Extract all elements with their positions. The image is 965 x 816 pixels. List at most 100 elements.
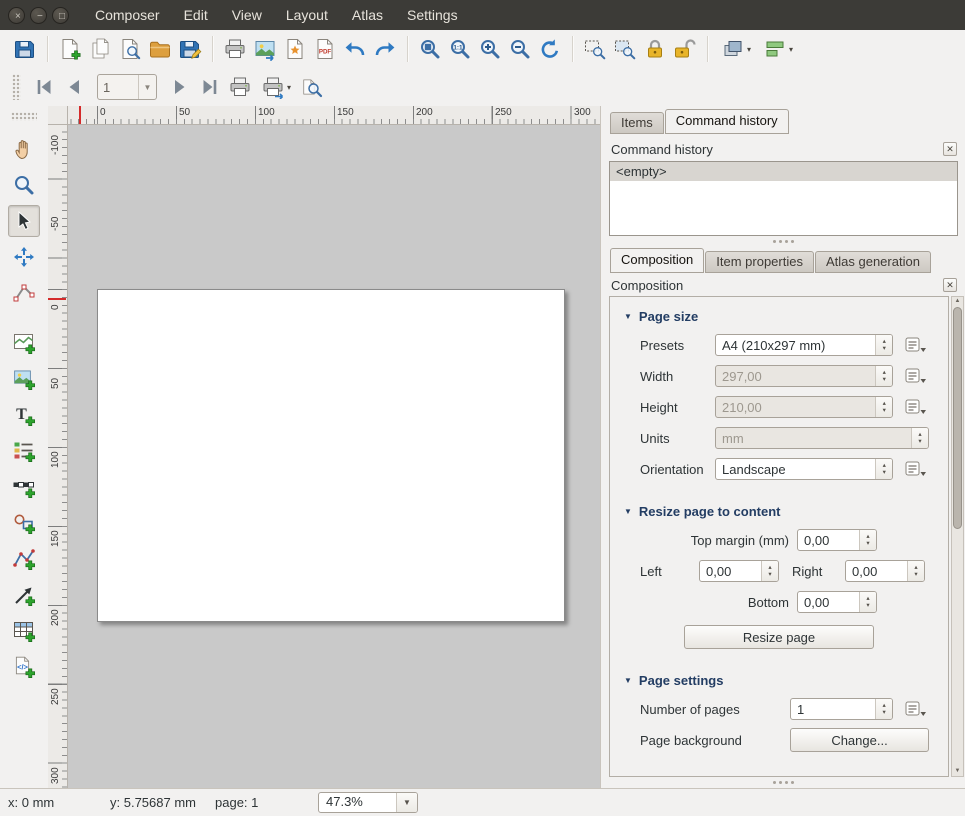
number-of-pages-spinbox[interactable]: 1 ▴▾ <box>790 698 893 720</box>
add-map-button[interactable] <box>8 327 40 359</box>
add-scalebar-button[interactable] <box>8 471 40 503</box>
page-size-section-header[interactable]: ▼ Page size <box>624 309 948 324</box>
presets-combo[interactable]: A4 (210x297 mm) ▴▾ <box>715 334 893 356</box>
scroll-up-icon[interactable]: ▲ <box>952 297 963 306</box>
right-margin-spinbox[interactable]: 0,00 ▴▾ <box>845 560 925 582</box>
atlas-next-feature-button[interactable] <box>165 72 195 102</box>
atlas-page-input[interactable] <box>98 75 138 99</box>
open-template-button[interactable] <box>145 34 175 64</box>
tab-atlas-generation[interactable]: Atlas generation <box>815 251 931 273</box>
atlas-previous-feature-button[interactable] <box>59 72 89 102</box>
tab-composition[interactable]: Composition <box>610 248 704 273</box>
combo-arrows-icon[interactable]: ▴▾ <box>875 459 892 479</box>
spinner-arrows-icon[interactable]: ▴▾ <box>859 592 876 612</box>
undo-button[interactable] <box>340 34 370 64</box>
zoom-actual-size-button[interactable]: 1:1 <box>445 34 475 64</box>
menu-settings[interactable]: Settings <box>407 7 458 23</box>
export-image-button[interactable] <box>250 34 280 64</box>
spinner-arrows-icon[interactable]: ▴▾ <box>875 699 892 719</box>
composer-manager-button[interactable] <box>115 34 145 64</box>
command-history-empty-item[interactable]: <empty> <box>610 162 957 181</box>
menu-atlas[interactable]: Atlas <box>352 7 383 23</box>
page-settings-section-header[interactable]: ▼ Page settings <box>624 673 948 688</box>
close-panel-button[interactable]: ✕ <box>943 278 957 292</box>
composition-page[interactable] <box>97 289 565 622</box>
scroll-down-icon[interactable]: ▼ <box>952 767 963 776</box>
refresh-view-button[interactable] <box>535 34 565 64</box>
menu-edit[interactable]: Edit <box>184 7 208 23</box>
resize-page-section-header[interactable]: ▼ Resize page to content <box>624 504 948 519</box>
new-composition-button[interactable] <box>55 34 85 64</box>
combo-arrows-icon[interactable]: ▴▾ <box>911 428 928 448</box>
command-history-list[interactable]: <empty> <box>609 161 958 236</box>
lock-items-button[interactable] <box>640 34 670 64</box>
menu-composer[interactable]: Composer <box>95 7 160 23</box>
align-items-menu-button[interactable]: ▾ <box>757 34 799 64</box>
spinner-arrows-icon[interactable]: ▴▾ <box>761 561 778 581</box>
unlock-items-button[interactable] <box>670 34 700 64</box>
close-panel-button[interactable]: ✕ <box>943 142 957 156</box>
toolbar-handle[interactable] <box>12 74 21 100</box>
tab-command-history[interactable]: Command history <box>665 109 789 134</box>
add-image-button[interactable] <box>8 363 40 395</box>
toolbar-handle[interactable] <box>11 112 37 121</box>
spinner-arrows-icon[interactable]: ▴▾ <box>907 561 924 581</box>
left-margin-spinbox[interactable]: 0,00 ▴▾ <box>699 560 779 582</box>
chevron-down-icon[interactable]: ▼ <box>138 75 156 99</box>
add-shape-button[interactable] <box>8 507 40 539</box>
zoom-tool-button[interactable] <box>8 169 40 201</box>
composition-viewport[interactable] <box>68 125 600 788</box>
edit-nodes-tool-button[interactable] <box>8 277 40 309</box>
data-defined-pages-button[interactable] <box>903 698 929 720</box>
bottom-margin-spinbox[interactable]: 0,00 ▴▾ <box>797 591 877 613</box>
combo-arrows-icon[interactable]: ▴▾ <box>875 335 892 355</box>
export-svg-button[interactable] <box>280 34 310 64</box>
maximize-window-button[interactable]: □ <box>52 7 69 24</box>
data-defined-orientation-button[interactable] <box>903 458 929 480</box>
add-arrow-button[interactable] <box>8 579 40 611</box>
print-button[interactable] <box>220 34 250 64</box>
spinner-arrows-icon[interactable]: ▴▾ <box>875 397 892 417</box>
atlas-page-combo[interactable]: ▼ <box>97 74 157 100</box>
menu-view[interactable]: View <box>232 7 262 23</box>
height-spinbox[interactable]: 210,00 ▴▾ <box>715 396 893 418</box>
data-defined-width-button[interactable] <box>903 365 929 387</box>
units-combo[interactable]: mm ▴▾ <box>715 427 929 449</box>
add-legend-button[interactable] <box>8 435 40 467</box>
data-defined-height-button[interactable] <box>903 396 929 418</box>
export-atlas-menu-button[interactable]: ▾ <box>255 72 297 102</box>
zoom-to-selection-button[interactable] <box>580 34 610 64</box>
spinner-arrows-icon[interactable]: ▴▾ <box>859 530 876 550</box>
zoom-to-region-button[interactable] <box>610 34 640 64</box>
add-html-button[interactable]: </> <box>8 651 40 683</box>
save-template-button[interactable] <box>175 34 205 64</box>
export-pdf-button[interactable]: PDF <box>310 34 340 64</box>
move-item-content-tool-button[interactable] <box>8 241 40 273</box>
chevron-down-icon[interactable]: ▼ <box>396 793 417 812</box>
print-atlas-button[interactable] <box>225 72 255 102</box>
tab-items[interactable]: Items <box>610 112 664 134</box>
pan-tool-button[interactable] <box>8 133 40 165</box>
spinner-arrows-icon[interactable]: ▴▾ <box>875 366 892 386</box>
zoom-in-button[interactable] <box>475 34 505 64</box>
atlas-first-feature-button[interactable] <box>29 72 59 102</box>
resize-page-button[interactable]: Resize page <box>684 625 874 649</box>
save-composition-button[interactable] <box>10 34 40 64</box>
duplicate-composition-button[interactable] <box>85 34 115 64</box>
zoom-level-combo[interactable]: 47.3% ▼ <box>318 792 418 813</box>
data-defined-presets-button[interactable] <box>903 334 929 356</box>
panel-splitter-handle[interactable] <box>601 237 965 245</box>
raise-items-menu-button[interactable]: ▾ <box>715 34 757 64</box>
close-window-button[interactable]: × <box>8 7 25 24</box>
atlas-last-feature-button[interactable] <box>195 72 225 102</box>
width-spinbox[interactable]: 297,00 ▴▾ <box>715 365 893 387</box>
change-background-button[interactable]: Change... <box>790 728 929 752</box>
zoom-out-button[interactable] <box>505 34 535 64</box>
minimize-window-button[interactable]: − <box>30 7 47 24</box>
zoom-full-button[interactable] <box>415 34 445 64</box>
add-attribute-table-button[interactable] <box>8 615 40 647</box>
panel-splitter-handle[interactable] <box>601 778 965 786</box>
preview-atlas-button[interactable] <box>297 72 327 102</box>
tab-item-properties[interactable]: Item properties <box>705 251 814 273</box>
menu-layout[interactable]: Layout <box>286 7 328 23</box>
